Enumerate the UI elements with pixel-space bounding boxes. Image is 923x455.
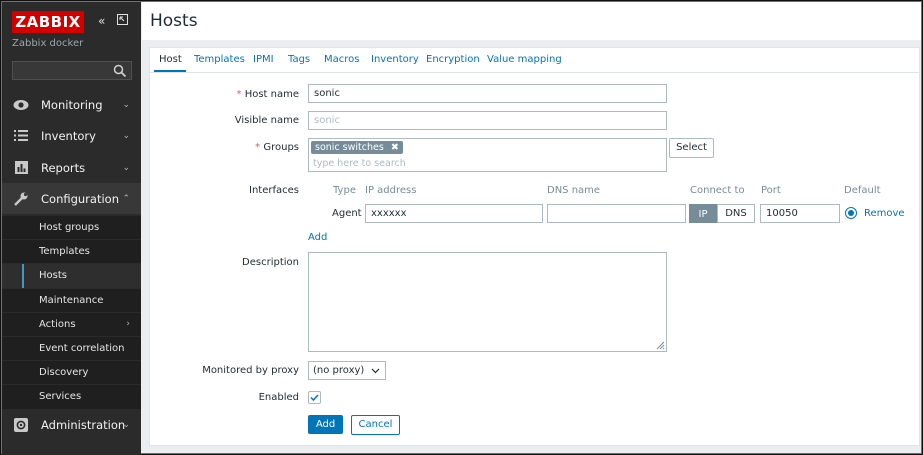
zabbix-window: ZABBIX « Zabbix docker Monitoring ⌄ Inve…	[1, 1, 922, 455]
list-icon	[13, 129, 29, 143]
group-tag-label: sonic switches	[315, 142, 384, 153]
tab-host[interactable]: Host	[159, 54, 182, 65]
zabbix-logo[interactable]: ZABBIX	[12, 11, 84, 33]
visible-name-input[interactable]: sonic	[308, 111, 667, 130]
groups-search-placeholder[interactable]: type here to search	[313, 158, 406, 169]
chevron-down-icon: ⌄	[122, 99, 130, 110]
interface-ip-input[interactable]: xxxxxx	[365, 204, 543, 223]
chevron-down-icon: ⌄	[122, 162, 130, 173]
interface-type-header: Type	[333, 185, 356, 196]
host-name-input[interactable]: sonic	[308, 84, 667, 103]
visible-name-label: Visible name	[234, 115, 299, 126]
interface-connect-header: Connect to	[690, 185, 745, 196]
bar-chart-icon	[13, 161, 29, 175]
proxy-select-value: (no proxy)	[313, 365, 365, 376]
host-name-label-text: Host name	[244, 89, 299, 100]
tab-ipmi[interactable]: IPMI	[253, 54, 274, 65]
submenu-item-event-correlation[interactable]: Event correlation	[2, 335, 141, 361]
submenu-item-services[interactable]: Services	[2, 384, 141, 409]
tab-macros[interactable]: Macros	[324, 54, 359, 65]
kiosk-mode-icon[interactable]	[117, 14, 128, 27]
sidebar: ZABBIX « Zabbix docker Monitoring ⌄ Inve…	[2, 2, 141, 455]
description-textarea[interactable]	[308, 252, 667, 352]
host-name-label: * Host name	[237, 89, 300, 100]
nav-label: Configuration	[41, 191, 119, 206]
connect-to-dns-button[interactable]: DNS	[717, 204, 755, 223]
groups-select-button[interactable]: Select	[669, 138, 714, 158]
default-interface-radio[interactable]	[845, 207, 857, 219]
interface-ip-header: IP address	[365, 185, 417, 196]
tab-inventory[interactable]: Inventory	[371, 54, 419, 65]
configuration-submenu: Host groups Templates Hosts Maintenance …	[2, 215, 141, 409]
nav-label: Inventory	[41, 128, 96, 143]
enabled-checkbox[interactable]	[308, 391, 321, 404]
proxy-label: Monitored by proxy	[202, 365, 299, 376]
nav-label: Administration	[41, 417, 126, 432]
tab-encryption[interactable]: Encryption	[426, 54, 480, 65]
interface-port-input[interactable]: 10050	[760, 204, 840, 223]
chevron-down-icon: ⌄	[122, 419, 130, 430]
proxy-select[interactable]: (no proxy)	[308, 361, 386, 380]
chevron-right-icon: ›	[126, 319, 130, 330]
nav-label: Reports	[41, 160, 86, 175]
sidebar-search-input[interactable]	[12, 61, 132, 80]
interfaces-label: Interfaces	[249, 185, 299, 196]
chevron-down-icon	[371, 368, 380, 374]
page-header: Hosts	[142, 2, 921, 40]
checkmark-icon	[310, 394, 319, 402]
nav-administration[interactable]: Administration ⌄	[2, 409, 141, 440]
tab-bar: Host Templates IPMI Tags Macros Inventor…	[150, 48, 919, 73]
tab-tags[interactable]: Tags	[288, 54, 310, 65]
nav-monitoring[interactable]: Monitoring ⌄	[2, 89, 141, 120]
eye-icon	[13, 98, 29, 112]
chevron-up-icon: ⌃	[122, 193, 130, 204]
submenu-item-templates[interactable]: Templates	[2, 239, 141, 264]
remove-interface-link[interactable]: Remove	[864, 208, 905, 219]
nav-reports[interactable]: Reports ⌄	[2, 152, 141, 183]
search-icon[interactable]	[113, 64, 127, 78]
host-form-panel: Host Templates IPMI Tags Macros Inventor…	[149, 47, 920, 446]
chevron-down-icon: ⌄	[122, 130, 130, 141]
submenu-label: Actions	[39, 318, 76, 330]
submenu-item-maintenance[interactable]: Maintenance	[2, 287, 141, 312]
nav-label: Monitoring	[41, 97, 103, 112]
required-marker: *	[236, 89, 245, 100]
active-tab-indicator	[154, 70, 186, 72]
groups-label-text: Groups	[263, 142, 299, 153]
nav-inventory[interactable]: Inventory ⌄	[2, 120, 141, 151]
tab-value-mapping[interactable]: Value mapping	[487, 54, 562, 65]
cancel-button[interactable]: Cancel	[351, 415, 400, 435]
remove-tag-icon[interactable]: ✖	[391, 142, 399, 153]
interface-dns-input[interactable]	[547, 204, 686, 223]
nav-configuration[interactable]: Configuration ⌃	[2, 183, 141, 214]
description-label: Description	[242, 257, 299, 268]
interface-dns-header: DNS name	[547, 185, 601, 196]
server-name: Zabbix docker	[12, 38, 84, 49]
connect-to-ip-button[interactable]: IP	[689, 204, 717, 223]
enabled-label: Enabled	[258, 392, 299, 403]
submenu-item-actions[interactable]: Actions ›	[2, 311, 141, 336]
wrench-icon	[13, 192, 29, 206]
groups-label: * Groups	[255, 142, 299, 153]
submenu-item-hosts[interactable]: Hosts	[2, 263, 141, 288]
submenu-item-host-groups[interactable]: Host groups	[2, 215, 141, 240]
add-interface-link[interactable]: Add	[308, 232, 327, 243]
page-title: Hosts	[150, 11, 198, 31]
gear-icon	[13, 417, 29, 432]
group-tag: sonic switches ✖	[311, 141, 403, 154]
tab-templates[interactable]: Templates	[194, 54, 245, 65]
add-button[interactable]: Add	[308, 415, 343, 434]
resize-handle-icon[interactable]	[655, 340, 665, 350]
collapse-sidebar-icon[interactable]: «	[98, 15, 105, 27]
interface-type-agent: Agent	[332, 208, 362, 219]
interface-default-header: Default	[844, 185, 881, 196]
interface-port-header: Port	[761, 185, 781, 196]
submenu-item-discovery[interactable]: Discovery	[2, 360, 141, 385]
